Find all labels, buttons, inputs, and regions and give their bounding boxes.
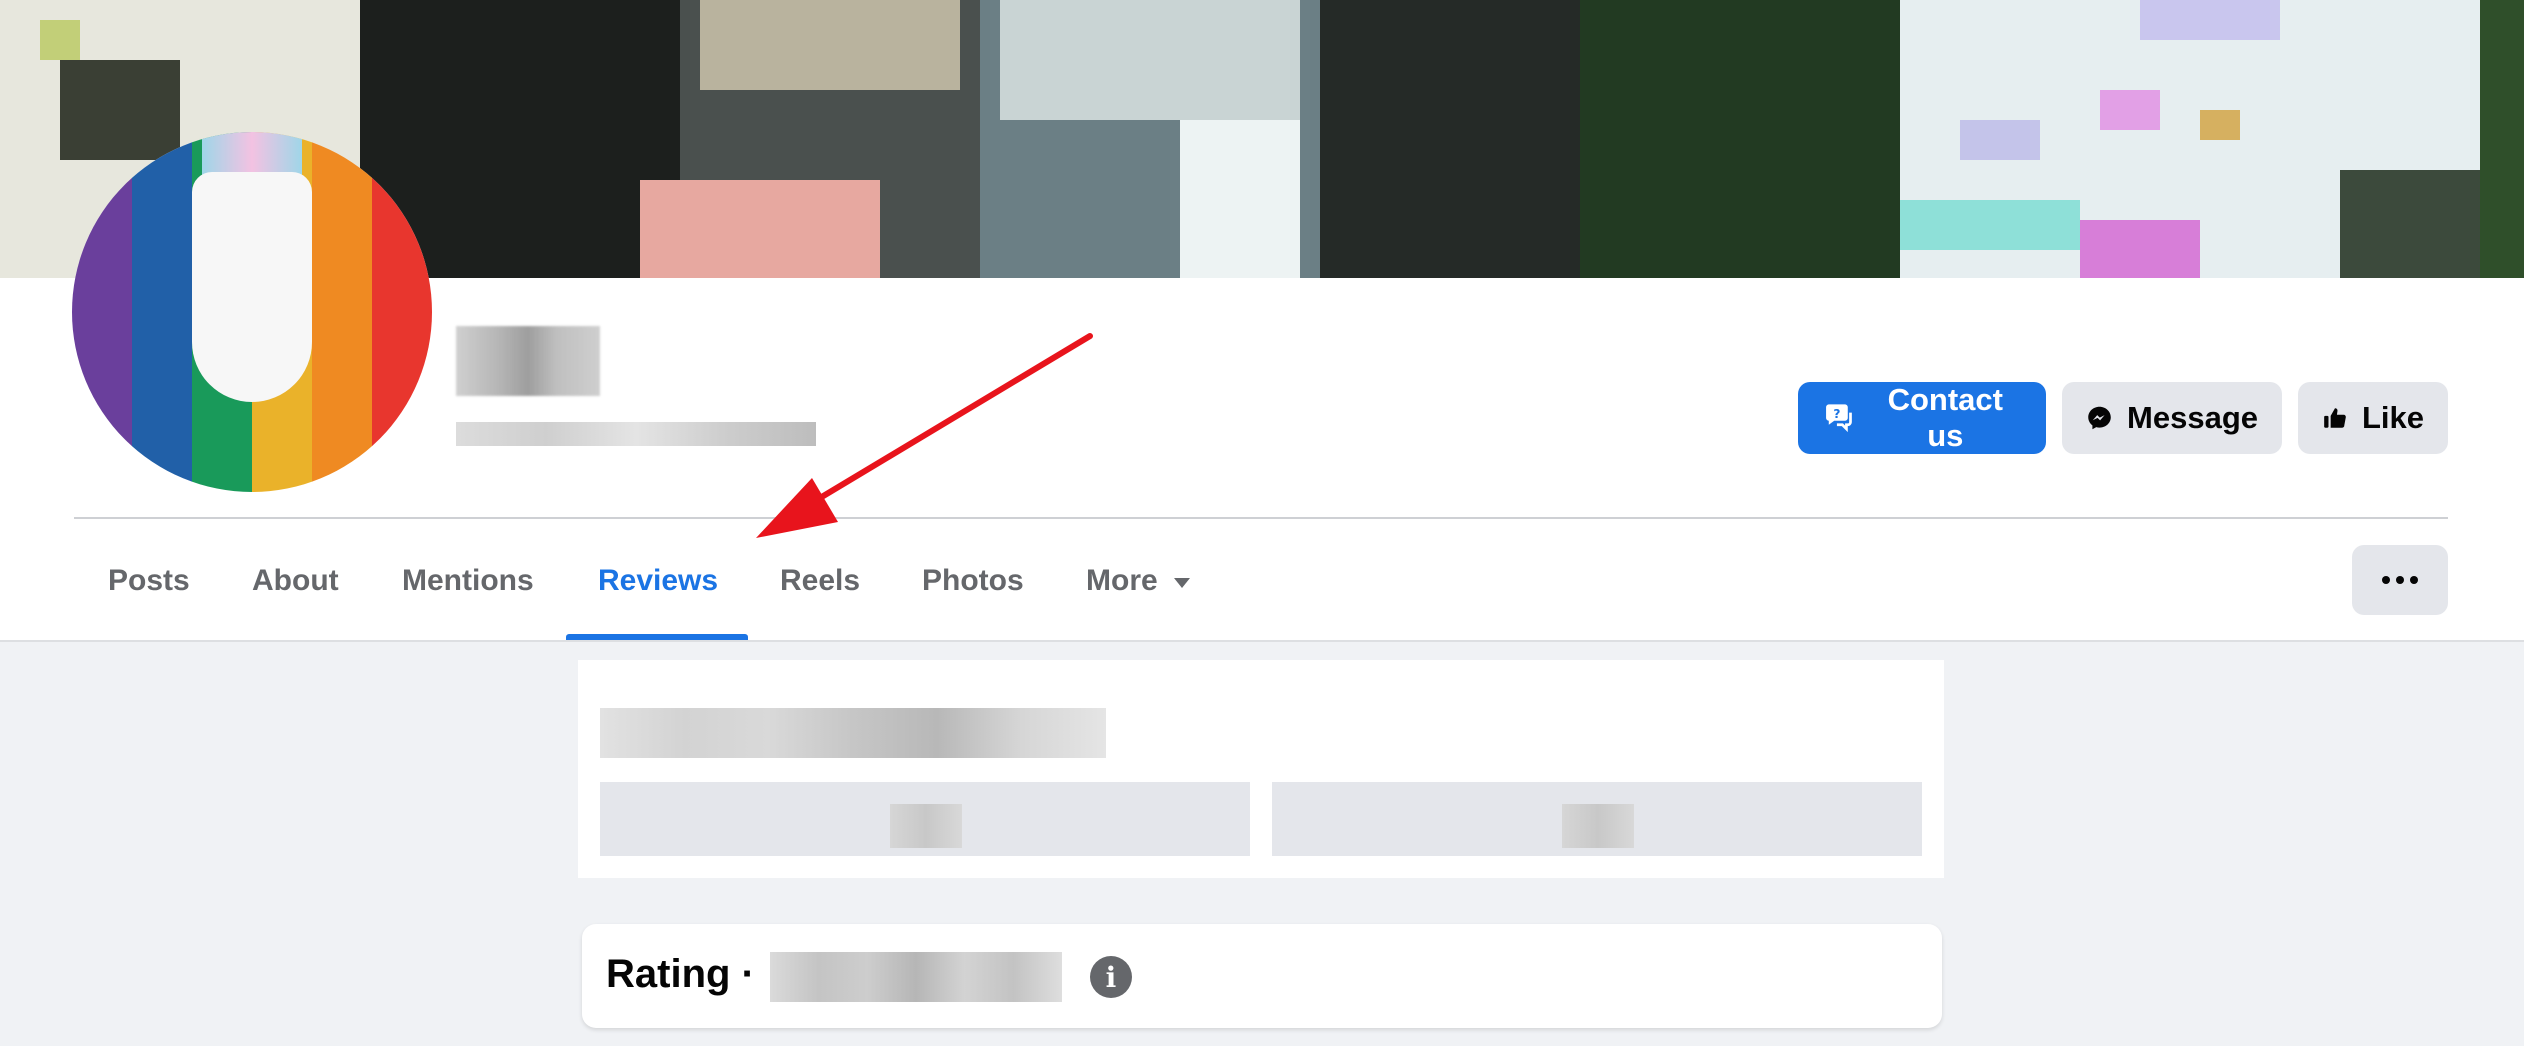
more-options-button[interactable] xyxy=(2352,545,2448,615)
like-label: Like xyxy=(2361,400,2424,435)
page-subtitle-redacted xyxy=(456,422,816,446)
contact-us-button[interactable]: ? Contact us xyxy=(1798,382,2046,454)
header-shadow xyxy=(0,640,2524,642)
recommend-no-button[interactable] xyxy=(1272,782,1922,856)
header-divider xyxy=(74,517,2448,519)
tab-more-label: More xyxy=(1086,564,1158,597)
message-button[interactable]: Message xyxy=(2062,382,2282,454)
tab-mentions[interactable]: Mentions xyxy=(402,556,534,606)
tab-about[interactable]: About xyxy=(252,556,339,606)
info-icon[interactable]: i xyxy=(1090,956,1132,998)
recommend-yes-label-redacted xyxy=(890,804,962,848)
page-header: ? Contact us Message Like Posts About Me… xyxy=(0,0,2524,640)
thumbs-up-icon xyxy=(2324,408,2346,428)
recommend-no-label-redacted xyxy=(1562,804,1634,848)
like-button[interactable]: Like xyxy=(2298,382,2448,454)
caret-down-icon xyxy=(1173,578,1190,588)
rating-heading: Rating · xyxy=(606,952,755,996)
message-label: Message xyxy=(2127,400,2258,435)
svg-text:?: ? xyxy=(1833,407,1840,421)
recommend-card xyxy=(578,660,1944,878)
page-profile-picture[interactable] xyxy=(72,132,432,492)
more-dots-icon xyxy=(2382,576,2390,584)
tab-posts[interactable]: Posts xyxy=(108,556,190,606)
rating-value-redacted xyxy=(770,952,1062,1002)
tab-reviews[interactable]: Reviews xyxy=(598,556,718,606)
contact-us-label: Contact us xyxy=(1887,382,2003,453)
tab-photos[interactable]: Photos xyxy=(922,556,1024,606)
chat-question-icon: ? xyxy=(1826,404,1852,433)
messenger-icon xyxy=(2088,406,2111,430)
tab-more[interactable]: More xyxy=(1086,556,1190,606)
recommend-yes-button[interactable] xyxy=(600,782,1250,856)
rating-card: Rating · i xyxy=(582,924,1942,1028)
page-name-redacted xyxy=(456,326,600,396)
tab-reels[interactable]: Reels xyxy=(780,556,860,606)
recommend-question-redacted xyxy=(600,708,1106,758)
